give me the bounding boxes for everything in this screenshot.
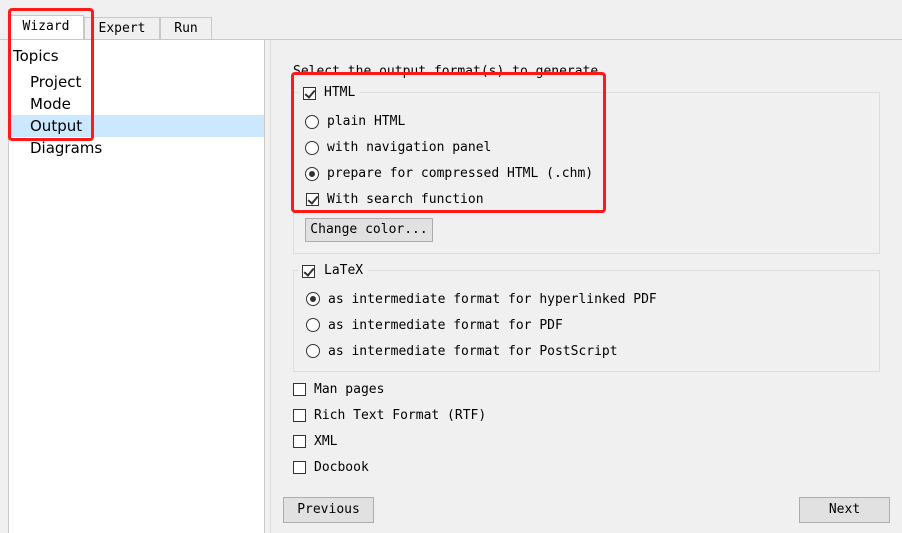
latex-checkbox[interactable]	[302, 265, 315, 278]
next-button[interactable]: Next	[799, 497, 890, 523]
highlight-wizard-topics	[8, 8, 94, 141]
tab-expert[interactable]: Expert	[84, 17, 160, 39]
man-pages-checkbox[interactable]	[293, 383, 306, 396]
change-color-button[interactable]: Change color...	[305, 218, 433, 242]
postscript-radio[interactable]	[306, 344, 320, 358]
pdf-label: as intermediate format for PDF	[328, 318, 563, 333]
docbook-checkbox[interactable]	[293, 461, 306, 474]
panel-splitter[interactable]	[270, 40, 271, 533]
pdf-radio[interactable]	[306, 318, 320, 332]
tab-run[interactable]: Run	[160, 17, 212, 39]
hyperlinked-pdf-radio[interactable]	[306, 292, 320, 306]
tree-item-diagrams[interactable]: Diagrams	[30, 139, 102, 157]
man-pages-label: Man pages	[314, 382, 385, 397]
xml-label: XML	[314, 434, 338, 449]
hyperlinked-pdf-label: as intermediate format for hyperlinked P…	[328, 292, 657, 307]
postscript-label: as intermediate format for PostScript	[328, 344, 618, 359]
xml-checkbox[interactable]	[293, 435, 306, 448]
rtf-label: Rich Text Format (RTF)	[314, 408, 487, 423]
docbook-label: Docbook	[314, 460, 369, 475]
highlight-html-options	[291, 72, 606, 213]
previous-button[interactable]: Previous	[283, 497, 374, 523]
latex-checkbox-label: LaTeX	[324, 263, 364, 278]
rtf-checkbox[interactable]	[293, 409, 306, 422]
